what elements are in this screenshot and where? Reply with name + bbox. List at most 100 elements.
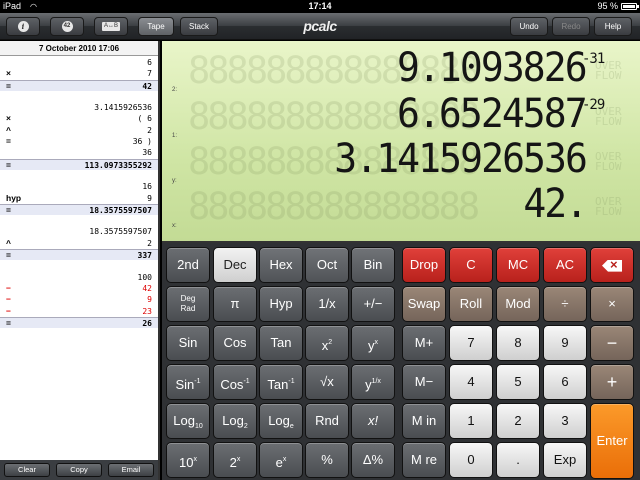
all-clear-key[interactable]: AC xyxy=(543,247,587,283)
digit-5-key[interactable]: 5 xyxy=(496,364,540,400)
enter-key[interactable]: Enter xyxy=(590,403,634,479)
tape-line-value: 6 xyxy=(147,58,152,67)
add-key[interactable]: + xyxy=(590,364,634,400)
ln-key[interactable]: Loge xyxy=(259,403,303,439)
hyp-key[interactable]: Hyp xyxy=(259,286,303,322)
cos-key[interactable]: Cos xyxy=(213,325,257,361)
deg-rad-key[interactable]: Deg Rad xyxy=(166,286,210,322)
help-button[interactable]: Help xyxy=(594,17,632,36)
tape-line: 18.3575597507 xyxy=(0,226,158,237)
tan-key[interactable]: Tan xyxy=(259,325,303,361)
exponent-key[interactable]: Exp xyxy=(543,442,587,478)
tape-line-value: 100 xyxy=(137,272,152,282)
sin-key[interactable]: Sin xyxy=(166,325,210,361)
stack-button[interactable]: Stack xyxy=(180,17,218,36)
info-button[interactable]: i xyxy=(6,17,40,36)
octal-mode-key[interactable]: Oct xyxy=(305,247,349,283)
hex-mode-key[interactable]: Hex xyxy=(259,247,303,283)
register-exponent: -31 xyxy=(582,51,605,67)
subtract-key[interactable]: − xyxy=(590,325,634,361)
square-key[interactable]: x2 xyxy=(305,325,349,361)
register-label: y: xyxy=(172,178,177,184)
swap-ab-button[interactable]: A↔B xyxy=(94,17,128,36)
random-key[interactable]: Rnd xyxy=(305,403,349,439)
digit-8-key[interactable]: 8 xyxy=(496,325,540,361)
tape-line-operator: hyp xyxy=(6,192,22,203)
reciprocal-key[interactable]: 1/x xyxy=(305,286,349,322)
swap-key[interactable]: Swap xyxy=(402,286,446,322)
tape-panel[interactable]: 7 October 2010 17:06 6 × 7 = 42 3.1415926536 ×… xyxy=(0,41,160,480)
digit-3-key[interactable]: 3 xyxy=(543,403,587,439)
tape-line: −9 xyxy=(0,294,158,305)
tape-line: 16 xyxy=(0,181,158,192)
lcd-ghost-digits: 888888888888888 xyxy=(188,185,480,228)
mod-key[interactable]: Mod xyxy=(496,286,540,322)
plus-minus-key[interactable]: +/− xyxy=(351,286,395,322)
answer-button[interactable]: 42 xyxy=(50,17,84,36)
ten-power-key[interactable]: 10x xyxy=(166,442,210,478)
memory-add-key[interactable]: M+ xyxy=(402,325,446,361)
arcsin-key[interactable]: Sin-1 xyxy=(166,364,210,400)
digit-7-key[interactable]: 7 xyxy=(449,325,493,361)
tape-line-operator: − xyxy=(6,305,11,316)
undo-button[interactable]: Undo xyxy=(510,17,548,36)
register-value: 3.1415926536 xyxy=(334,136,588,182)
arccos-key[interactable]: Cos-1 xyxy=(213,364,257,400)
clear-key[interactable]: C xyxy=(449,247,493,283)
tape-clear-button[interactable]: Clear xyxy=(4,463,50,477)
tape-line: = 337 xyxy=(0,249,158,261)
memory-in-key[interactable]: M in xyxy=(402,403,446,439)
pi-key[interactable]: π xyxy=(213,286,257,322)
tape-line-value: 9 xyxy=(147,295,152,305)
divide-key[interactable]: ÷ xyxy=(543,286,587,322)
percent-key[interactable]: % xyxy=(305,442,349,478)
root-key[interactable]: y1/x xyxy=(351,364,395,400)
digit-0-key[interactable]: 0 xyxy=(449,442,493,478)
battery-percent: 95 % xyxy=(597,1,618,11)
tape-email-button[interactable]: Email xyxy=(108,463,154,477)
factorial-key[interactable]: x! xyxy=(351,403,395,439)
tape-line-value: 2 xyxy=(147,238,152,248)
drop-key[interactable]: Drop xyxy=(402,247,446,283)
tape-line-operator: ^ xyxy=(6,124,11,135)
tape-line-value: 18.3575597507 xyxy=(89,227,152,237)
square-root-key[interactable]: √x xyxy=(305,364,349,400)
exp-power-key[interactable]: ex xyxy=(259,442,303,478)
digit-6-key[interactable]: 6 xyxy=(543,364,587,400)
lcd-overflow-label: FLOW xyxy=(595,69,622,82)
tape-line: 100 xyxy=(0,272,158,283)
arctan-key[interactable]: Tan-1 xyxy=(259,364,303,400)
second-function-key[interactable]: 2nd xyxy=(166,247,210,283)
decimal-mode-key[interactable]: Dec xyxy=(213,247,257,283)
tape-line: − 42 xyxy=(0,283,158,294)
memory-recall-key[interactable]: M re xyxy=(402,442,446,478)
digit-4-key[interactable]: 4 xyxy=(449,364,493,400)
rad-label: Rad xyxy=(180,304,196,313)
tape-line: hyp 9 xyxy=(0,193,158,204)
digit-9-key[interactable]: 9 xyxy=(543,325,587,361)
tape-button[interactable]: Tape xyxy=(138,17,174,36)
power-key[interactable]: yx xyxy=(351,325,395,361)
memory-clear-key[interactable]: MC xyxy=(496,247,540,283)
tape-copy-button[interactable]: Copy xyxy=(56,463,102,477)
percent-change-key[interactable]: Δ% xyxy=(351,442,395,478)
tape-line: ^ 2 xyxy=(0,238,158,249)
tape-line: ^ 2 xyxy=(0,125,158,136)
redo-button[interactable]: Redo xyxy=(552,17,590,36)
two-power-key[interactable]: 2x xyxy=(213,442,257,478)
tape-line-operator: = xyxy=(6,136,11,147)
tape-line-operator: − xyxy=(6,294,11,305)
binary-mode-key[interactable]: Bin xyxy=(351,247,395,283)
backspace-key[interactable] xyxy=(590,247,634,283)
tape-line-value: 9 xyxy=(147,193,152,203)
log2-key[interactable]: Log2 xyxy=(213,403,257,439)
memory-subtract-key[interactable]: M− xyxy=(402,364,446,400)
decimal-point-key[interactable]: . xyxy=(496,442,540,478)
roll-key[interactable]: Roll xyxy=(449,286,493,322)
digit-2-key[interactable]: 2 xyxy=(496,403,540,439)
digit-1-key[interactable]: 1 xyxy=(449,403,493,439)
log10-key[interactable]: Log10 xyxy=(166,403,210,439)
deg-label: Deg xyxy=(180,294,196,303)
multiply-key[interactable]: × xyxy=(590,286,634,322)
tape-line xyxy=(0,215,158,226)
